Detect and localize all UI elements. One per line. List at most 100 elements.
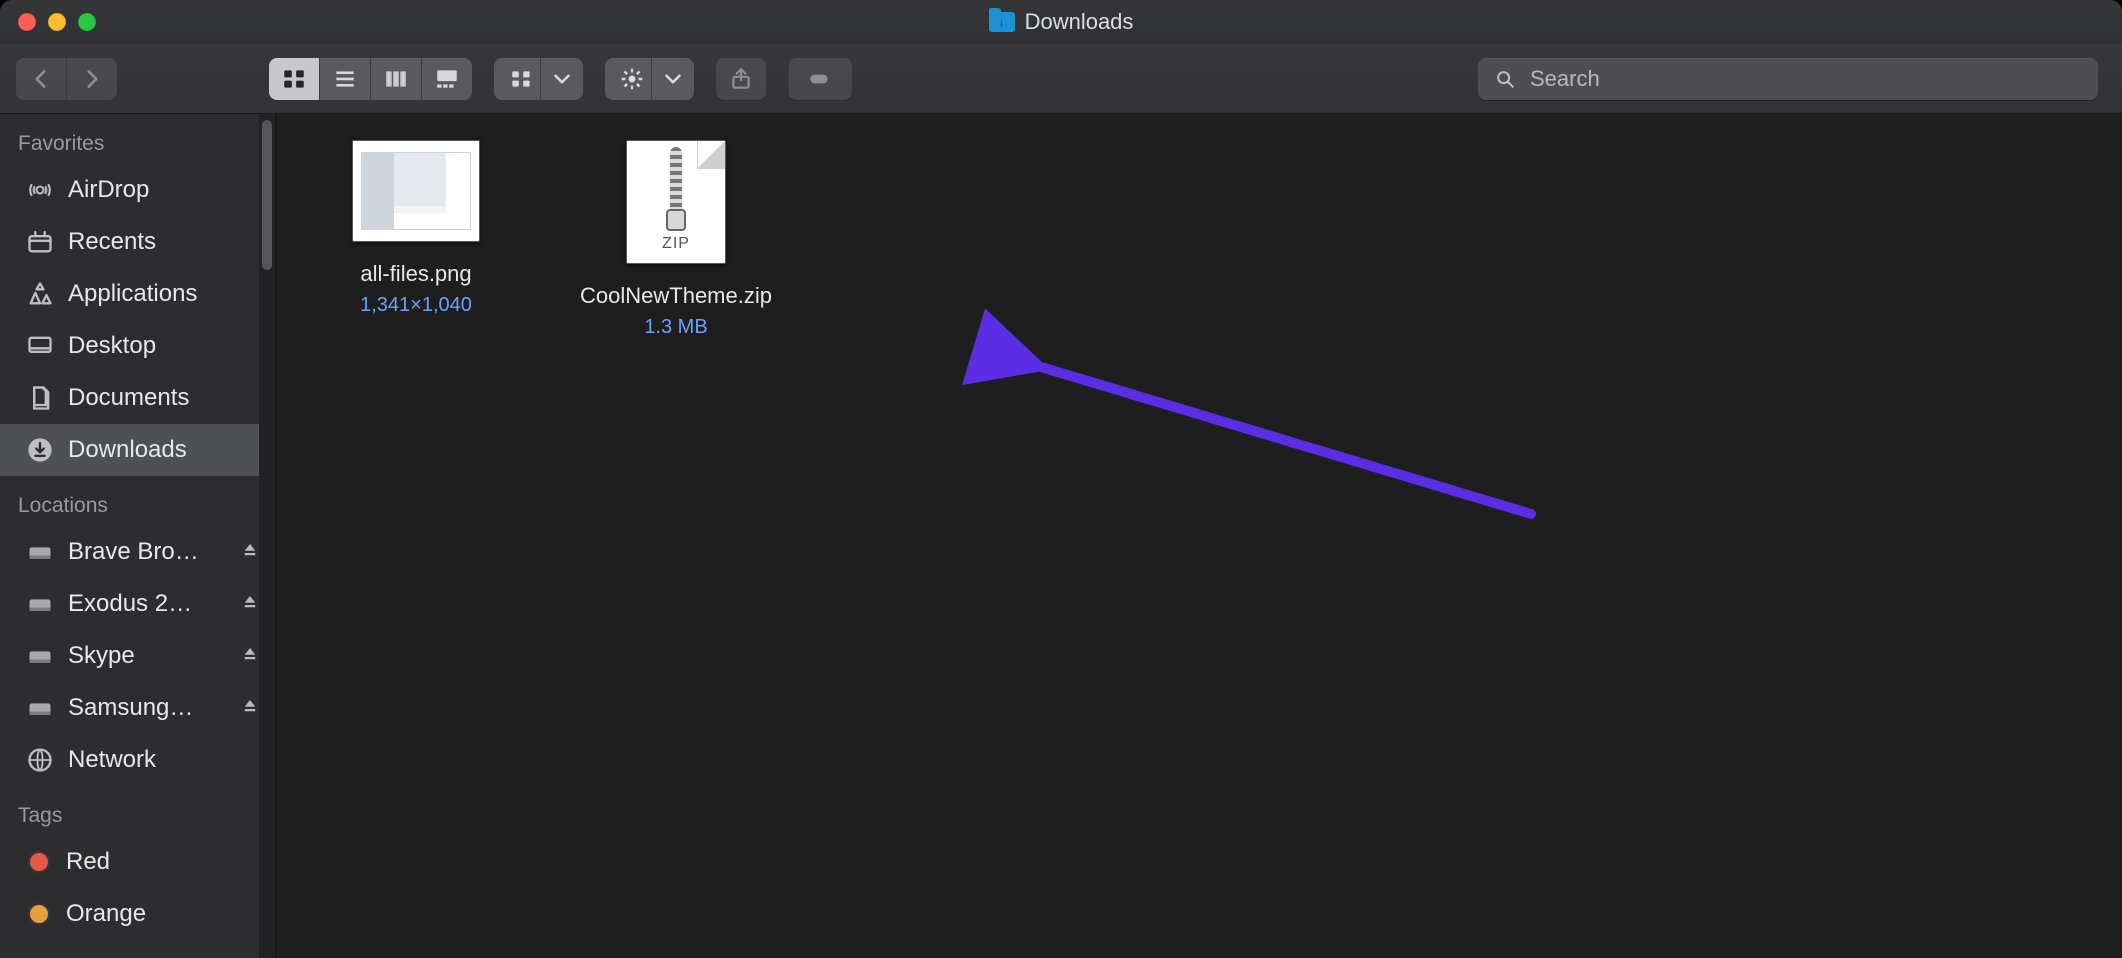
grid-small-icon (508, 66, 534, 92)
desktop-icon (26, 332, 54, 360)
sidebar-item-label: Red (66, 848, 110, 876)
tag-dot-icon (30, 905, 48, 923)
sidebar-item-documents[interactable]: Documents (0, 372, 275, 424)
gallery-icon (434, 66, 460, 92)
group-by-segment (494, 58, 583, 100)
eject-icon (241, 645, 259, 663)
sidebar-item-label: Desktop (68, 332, 156, 360)
eject-icon (241, 697, 259, 715)
list-icon (332, 66, 358, 92)
group-by-dropdown[interactable] (540, 58, 583, 100)
traffic-lights (18, 13, 96, 31)
close-button[interactable] (18, 13, 36, 31)
page-fold-icon (697, 141, 725, 169)
action-menu-dropdown[interactable] (651, 58, 694, 100)
sidebar-item-applications[interactable]: Applications (0, 268, 275, 320)
view-gallery-button[interactable] (421, 58, 472, 100)
file-item-png[interactable]: all-files.png 1,341×1,040 (306, 140, 526, 317)
eject-button[interactable] (241, 694, 259, 722)
view-columns-button[interactable] (370, 58, 421, 100)
sidebar: Favorites AirDrop Recents (0, 114, 276, 958)
back-button[interactable] (16, 58, 66, 100)
sidebar-item-label: Brave Bro… (68, 538, 199, 566)
documents-icon (26, 384, 54, 412)
action-menu-button[interactable] (605, 58, 651, 100)
share-button[interactable] (716, 58, 766, 100)
network-icon (26, 746, 54, 774)
window-title-text: Downloads (1025, 9, 1134, 35)
eject-button[interactable] (241, 590, 259, 618)
sidebar-item-recents[interactable]: Recents (0, 216, 275, 268)
sidebar-scrollbar-thumb[interactable] (262, 120, 272, 270)
sidebar-item-label: Network (68, 746, 156, 774)
group-by-button[interactable] (494, 58, 540, 100)
drive-icon (26, 642, 54, 670)
tag-icon (808, 66, 834, 92)
sidebar-item-desktop[interactable]: Desktop (0, 320, 275, 372)
toolbar (0, 44, 2122, 114)
minimize-button[interactable] (48, 13, 66, 31)
chevron-right-icon (79, 66, 105, 92)
share-icon (728, 66, 754, 92)
chevron-left-icon (28, 66, 54, 92)
downloads-folder-icon (989, 12, 1015, 32)
view-switcher (269, 58, 472, 100)
sidebar-item-label: Orange (66, 900, 146, 928)
png-preview-icon (361, 152, 472, 230)
nav-buttons (16, 58, 117, 100)
sidebar-item-label: Applications (68, 280, 197, 308)
window-body: Favorites AirDrop Recents (0, 114, 2122, 958)
eject-button[interactable] (241, 642, 259, 670)
sidebar-item-label: AirDrop (68, 176, 149, 204)
sidebar-section-tags: Tags (0, 786, 275, 836)
applications-icon (26, 280, 54, 308)
columns-icon (383, 66, 409, 92)
search-input[interactable] (1528, 65, 2082, 93)
zipper-icon (670, 147, 682, 217)
window-title: Downloads (0, 9, 2122, 35)
file-name: CoolNewTheme.zip (580, 282, 772, 310)
zoom-button[interactable] (78, 13, 96, 31)
sidebar-item-label: Recents (68, 228, 156, 256)
sidebar-item-label: Samsung… (68, 694, 193, 722)
drive-icon (26, 538, 54, 566)
sidebar-item-drive-brave[interactable]: Brave Bro… (0, 526, 275, 578)
view-icons-button[interactable] (269, 58, 319, 100)
grid-icon (281, 66, 307, 92)
file-name: all-files.png (360, 260, 471, 288)
sidebar-item-label: Documents (68, 384, 189, 412)
sidebar-item-label: Downloads (68, 436, 187, 464)
file-item-zip[interactable]: ZIP CoolNewTheme.zip 1.3 MB (566, 140, 786, 339)
downloads-icon (26, 436, 54, 464)
airdrop-icon (26, 176, 54, 204)
drive-icon (26, 694, 54, 722)
sidebar-section-favorites: Favorites (0, 114, 275, 164)
search-field[interactable] (1478, 58, 2098, 100)
file-thumbnail: ZIP (626, 140, 726, 264)
sidebar-item-airdrop[interactable]: AirDrop (0, 164, 275, 216)
eject-icon (241, 593, 259, 611)
eject-icon (241, 541, 259, 559)
sidebar-item-label: Exodus 2… (68, 590, 192, 618)
sidebar-item-network[interactable]: Network (0, 734, 275, 786)
file-grid[interactable]: all-files.png 1,341×1,040 ZIP CoolNewThe… (276, 114, 2122, 958)
eject-button[interactable] (241, 538, 259, 566)
sidebar-item-drive-exodus[interactable]: Exodus 2… (0, 578, 275, 630)
drive-icon (26, 590, 54, 618)
sidebar-item-drive-skype[interactable]: Skype (0, 630, 275, 682)
sidebar-item-downloads[interactable]: Downloads (0, 424, 275, 476)
edit-tags-button[interactable] (788, 58, 852, 100)
sidebar-tag-orange[interactable]: Orange (0, 888, 275, 940)
file-thumbnail (352, 140, 480, 242)
sidebar-scrollbar[interactable] (259, 114, 275, 958)
action-segment (605, 58, 694, 100)
gear-icon (619, 66, 645, 92)
view-list-button[interactable] (319, 58, 370, 100)
title-bar: Downloads (0, 0, 2122, 44)
forward-button[interactable] (66, 58, 117, 100)
search-icon (1494, 68, 1516, 90)
sidebar-item-drive-samsung[interactable]: Samsung… (0, 682, 275, 734)
sidebar-tag-red[interactable]: Red (0, 836, 275, 888)
tag-dot-icon (30, 853, 48, 871)
file-meta: 1.3 MB (644, 316, 707, 339)
